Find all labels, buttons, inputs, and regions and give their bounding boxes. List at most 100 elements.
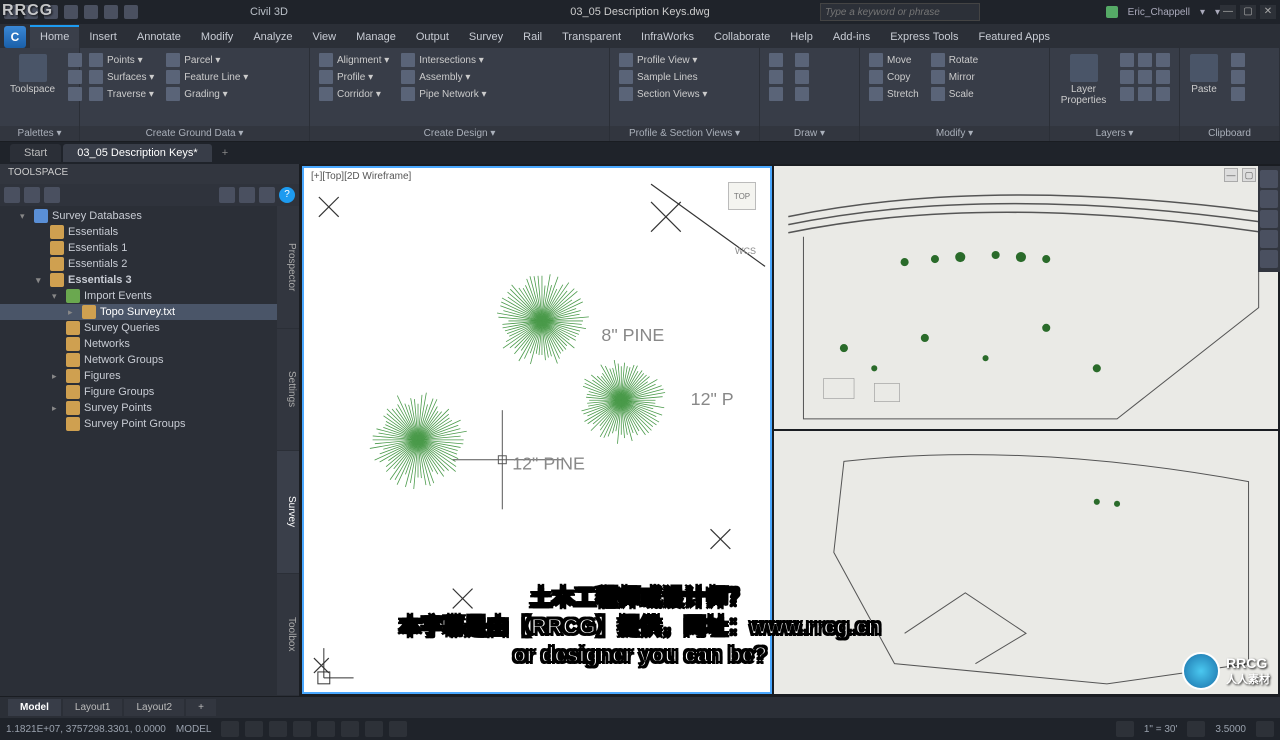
model-indicator[interactable]: MODEL xyxy=(172,724,216,735)
modify-rotate-button[interactable]: Rotate xyxy=(928,52,981,68)
panel-label-profile-section[interactable]: Profile & Section Views ▾ xyxy=(610,126,759,141)
ts-tool-2[interactable] xyxy=(24,187,40,203)
ribbon-tab-manage[interactable]: Manage xyxy=(346,27,406,48)
ts-tool-1[interactable] xyxy=(4,187,20,203)
qat-save-icon[interactable] xyxy=(44,5,58,19)
layer-match-button[interactable] xyxy=(1117,86,1173,102)
design-corridor-button[interactable]: Corridor ▾ xyxy=(316,86,392,102)
vp-max-icon[interactable]: ▢ xyxy=(1242,168,1256,182)
otrack-toggle[interactable] xyxy=(341,721,359,737)
tree-item-networks[interactable]: Networks xyxy=(0,336,277,352)
tree-item-essentials-2[interactable]: Essentials 2 xyxy=(0,256,277,272)
panel-label-ground[interactable]: Create Ground Data ▾ xyxy=(80,126,309,141)
sidetab-prospector[interactable]: Prospector xyxy=(277,206,299,329)
ribbon-tab-annotate[interactable]: Annotate xyxy=(127,27,191,48)
qat-new-icon[interactable] xyxy=(4,5,18,19)
ground-points-button[interactable]: Points ▾ xyxy=(86,52,157,68)
anno-toggle[interactable] xyxy=(1116,721,1134,737)
qat-redo-icon[interactable] xyxy=(124,5,138,19)
toolspace-button[interactable]: Toolspace xyxy=(6,52,59,97)
polar-toggle[interactable] xyxy=(293,721,311,737)
doc-tab-0[interactable]: Start xyxy=(10,144,61,162)
draw-circle-button[interactable] xyxy=(766,86,786,102)
tree-item-survey-points[interactable]: ▸Survey Points xyxy=(0,400,277,416)
ps-sample-button[interactable]: Sample Lines xyxy=(616,69,710,85)
qat-undo-icon[interactable] xyxy=(104,5,118,19)
ground-grading-button[interactable]: Grading ▾ xyxy=(163,86,251,102)
qat-saveas-icon[interactable] xyxy=(64,5,78,19)
design-pipe-button[interactable]: Pipe Network ▾ xyxy=(398,86,489,102)
modify-scale-button[interactable]: Scale xyxy=(928,86,981,102)
sidetab-survey[interactable]: Survey xyxy=(277,451,299,574)
new-doc-tab-button[interactable]: + xyxy=(214,145,236,161)
tree-item-essentials-3[interactable]: ▾Essentials 3 xyxy=(0,272,277,288)
ts-tool-5[interactable] xyxy=(239,187,255,203)
maximize-button[interactable]: ▢ xyxy=(1240,5,1256,19)
grid-toggle[interactable] xyxy=(221,721,239,737)
scale-readout[interactable]: 1" = 30' xyxy=(1140,724,1182,735)
draw-rect-button[interactable] xyxy=(792,69,812,85)
vp-min-icon[interactable]: — xyxy=(1224,168,1238,182)
ribbon-tab-transparent[interactable]: Transparent xyxy=(552,27,631,48)
modify-move-button[interactable]: Move xyxy=(866,52,922,68)
nav-showmotion-icon[interactable] xyxy=(1260,250,1278,268)
nav-pan-icon[interactable] xyxy=(1260,190,1278,208)
paste-button[interactable]: Paste xyxy=(1186,52,1222,97)
ribbon-tab-output[interactable]: Output xyxy=(406,27,459,48)
chevron-down-icon[interactable]: ▾ xyxy=(1200,7,1205,18)
decimal-readout[interactable]: 3.5000 xyxy=(1211,724,1250,735)
help-icon[interactable]: ? xyxy=(279,187,295,203)
nav-zoom-icon[interactable] xyxy=(1260,210,1278,228)
help-search-input[interactable] xyxy=(820,3,980,21)
draw-poly-button[interactable] xyxy=(792,52,812,68)
layout-tab-model[interactable]: Model xyxy=(8,699,61,716)
tree-item-figures[interactable]: ▸Figures xyxy=(0,368,277,384)
ribbon-tab-survey[interactable]: Survey xyxy=(459,27,513,48)
application-menu-button[interactable]: C xyxy=(4,26,26,48)
viewport-top-right[interactable]: — ▢ ✕ xyxy=(774,166,1278,429)
toolspace-tree[interactable]: ▾Survey DatabasesEssentialsEssentials 1E… xyxy=(0,206,277,696)
ribbon-tab-infraworks[interactable]: InfraWorks xyxy=(631,27,704,48)
nav-wheel-icon[interactable] xyxy=(1260,170,1278,188)
tree-item-network-groups[interactable]: Network Groups xyxy=(0,352,277,368)
layout-tab-layout1[interactable]: Layout1 xyxy=(63,699,123,716)
ts-tool-6[interactable] xyxy=(259,187,275,203)
ground-parcel-button[interactable]: Parcel ▾ xyxy=(163,52,251,68)
sidetab-settings[interactable]: Settings xyxy=(277,329,299,452)
layer-properties-button[interactable]: Layer Properties xyxy=(1056,52,1111,108)
panel-label-layers[interactable]: Layers ▾ xyxy=(1050,126,1179,141)
design-intersections-button[interactable]: Intersections ▾ xyxy=(398,52,489,68)
panel-label-modify[interactable]: Modify ▾ xyxy=(860,126,1049,141)
layer-iso-button[interactable] xyxy=(1117,69,1173,85)
ribbon-tab-modify[interactable]: Modify xyxy=(191,27,243,48)
ground-surfaces-button[interactable]: Surfaces ▾ xyxy=(86,69,157,85)
panel-label-palettes[interactable]: Palettes ▾ xyxy=(0,126,79,141)
modify-stretch-button[interactable]: Stretch xyxy=(866,86,922,102)
ribbon-tab-insert[interactable]: Insert xyxy=(79,27,127,48)
viewport-label[interactable]: [+][Top][2D Wireframe] xyxy=(308,170,414,183)
ts-tool-3[interactable] xyxy=(44,187,60,203)
modify-mirror-button[interactable]: Mirror xyxy=(928,69,981,85)
viewcube-top[interactable]: TOP xyxy=(728,182,756,210)
user-name[interactable]: Eric_Chappell xyxy=(1128,7,1190,18)
panel-label-design[interactable]: Create Design ▾ xyxy=(310,126,609,141)
ground-traverse-button[interactable]: Traverse ▾ xyxy=(86,86,157,102)
sidetab-toolbox[interactable]: Toolbox xyxy=(277,574,299,697)
design-assembly-button[interactable]: Assembly ▾ xyxy=(398,69,489,85)
tree-item-essentials-1[interactable]: Essentials 1 xyxy=(0,240,277,256)
tree-item-survey-point-groups[interactable]: Survey Point Groups xyxy=(0,416,277,432)
new-layout-button[interactable]: + xyxy=(186,699,216,716)
ribbon-tab-add-ins[interactable]: Add-ins xyxy=(823,27,880,48)
panel-label-draw[interactable]: Draw ▾ xyxy=(760,126,859,141)
ps-profile-button[interactable]: Profile View ▾ xyxy=(616,52,710,68)
design-profile-button[interactable]: Profile ▾ xyxy=(316,69,392,85)
ribbon-tab-home[interactable]: Home xyxy=(30,25,79,48)
osnap-toggle[interactable] xyxy=(317,721,335,737)
tree-item-essentials[interactable]: Essentials xyxy=(0,224,277,240)
layer-on-button[interactable] xyxy=(1117,52,1173,68)
ribbon-tab-view[interactable]: View xyxy=(302,27,346,48)
tree-item-survey-queries[interactable]: Survey Queries xyxy=(0,320,277,336)
qat-open-icon[interactable] xyxy=(24,5,38,19)
modify-copy-button[interactable]: Copy xyxy=(866,69,922,85)
ribbon-tab-analyze[interactable]: Analyze xyxy=(243,27,302,48)
